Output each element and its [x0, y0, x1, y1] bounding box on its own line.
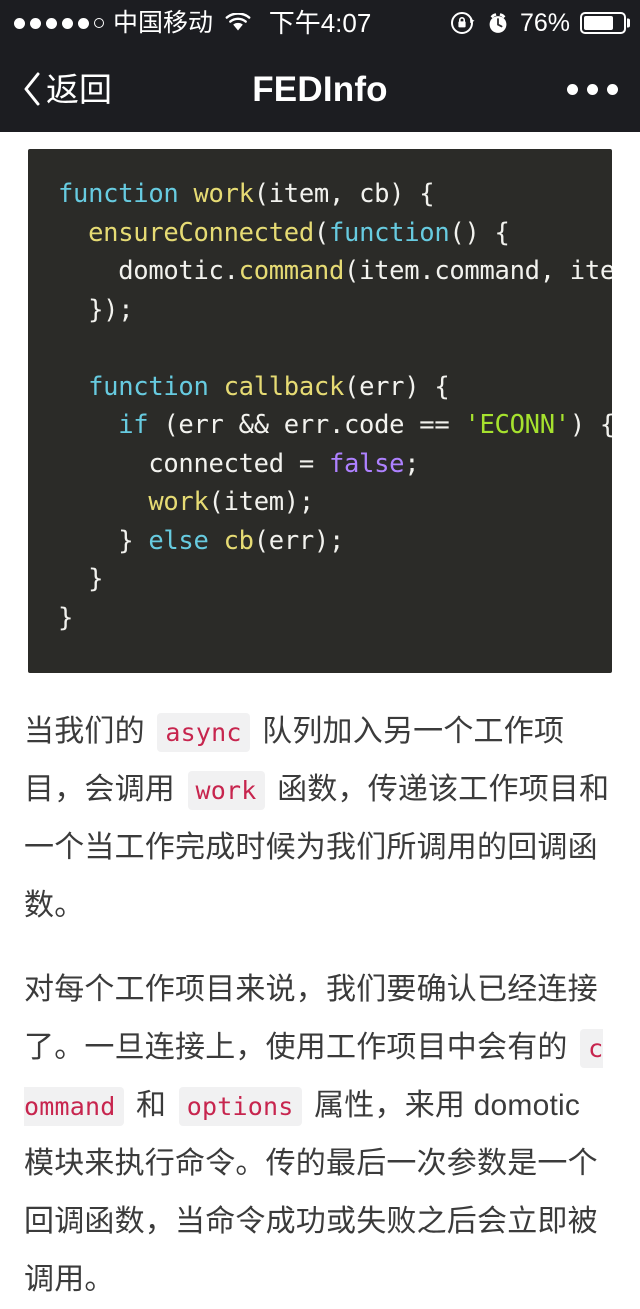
code-token: connected = — [58, 448, 329, 479]
signal-dot-filled — [46, 17, 57, 29]
signal-dot-filled — [30, 17, 41, 29]
code-token: if — [118, 410, 149, 440]
code-token: command — [238, 256, 345, 286]
code-token: false — [328, 448, 405, 479]
code-token: work — [193, 179, 254, 209]
code-token: ensureConnected — [88, 217, 314, 248]
code-token: (item, cb) { — [253, 179, 435, 209]
signal-strength-icon — [14, 17, 104, 29]
code-token: 'ECONN' — [464, 410, 570, 440]
carrier-label: 中国移动 — [113, 8, 214, 37]
battery-percent-label: 76% — [519, 8, 570, 37]
signal-dot-filled — [14, 17, 25, 29]
code-token: cb — [223, 525, 254, 556]
back-button[interactable]: 返回 — [22, 72, 112, 106]
status-bar-left: 中国移动 — [14, 8, 252, 37]
code-token: }); — [58, 294, 134, 325]
ellipsis-dot — [567, 83, 578, 95]
code-token: (err); — [253, 525, 345, 556]
code-token: (item.command, item — [344, 256, 612, 286]
code-token: (err && err.code == — [148, 410, 465, 440]
code-token: domotic. — [58, 256, 239, 286]
code-token: } — [58, 525, 149, 556]
code-token: function — [88, 371, 209, 402]
paragraph-text: 当我们的 — [24, 715, 154, 748]
ellipsis-dot — [607, 83, 618, 95]
paragraph-1: 当我们的 async 队列加入另一个工作项目，会调用 work 函数，传递该工作… — [0, 703, 640, 935]
signal-dot-filled — [62, 17, 73, 29]
code-token: function — [58, 179, 179, 209]
chevron-left-icon — [24, 72, 40, 106]
article-content: function work(item, cb) { ensureConnecte… — [0, 149, 640, 1309]
inline-code: async — [157, 713, 250, 752]
alarm-clock-icon — [489, 13, 507, 33]
code-block[interactable]: function work(item, cb) { ensureConnecte… — [28, 149, 612, 673]
code-token: () { — [449, 217, 510, 248]
wifi-icon — [225, 13, 251, 31]
code-token: ; — [404, 448, 420, 479]
code-token: } — [58, 602, 74, 633]
code-token: else — [148, 525, 209, 556]
paragraph-text: 对每个工作项目来说，我们要确认已经连接了。一旦连接上，使用工作项目中会有的 — [24, 973, 598, 1064]
paragraph-2: 对每个工作项目来说，我们要确认已经连接了。一旦连接上，使用工作项目中会有的 co… — [0, 961, 640, 1309]
inline-code: work — [187, 771, 265, 810]
back-button-label: 返回 — [46, 70, 112, 108]
code-token: function — [328, 217, 450, 248]
code-token: work — [148, 487, 209, 517]
code-snippet: function work(item, cb) { ensureConnecte… — [28, 175, 612, 637]
inline-code: options — [178, 1087, 302, 1126]
code-token: callback — [223, 371, 345, 402]
navigation-bar: 返回 FEDInfo — [0, 46, 640, 132]
code-token: (err) { — [344, 371, 450, 402]
battery-icon — [580, 12, 626, 34]
signal-dot-empty — [94, 18, 104, 28]
status-bar: 中国移动 下午4:07 76% — [0, 0, 640, 46]
more-options-button[interactable] — [567, 83, 618, 95]
paragraph-text: 和 — [127, 1089, 175, 1122]
signal-dot-filled — [78, 17, 89, 29]
code-token: (item); — [208, 487, 315, 517]
battery-fill — [584, 16, 613, 30]
code-token: ( — [313, 217, 329, 248]
ellipsis-dot — [587, 83, 598, 95]
code-token: } — [58, 564, 104, 594]
code-token: ) { — [569, 410, 612, 440]
status-bar-right: 76% — [450, 10, 626, 36]
rotation-lock-icon — [450, 12, 475, 34]
